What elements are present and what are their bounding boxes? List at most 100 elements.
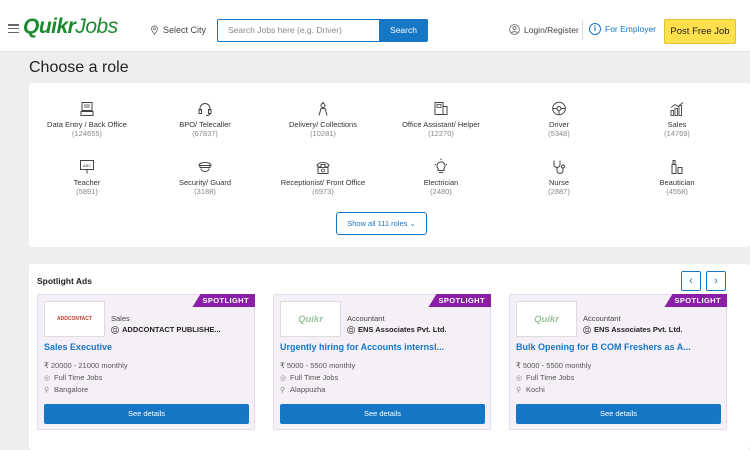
logo-text-rest: Jobs [75, 15, 118, 38]
for-employer-link[interactable]: i For Employer [589, 23, 656, 35]
login-register-link[interactable]: Login/Register [509, 24, 579, 35]
briefcase-icon: ◎ [516, 374, 523, 382]
role-item[interactable]: BPO/ Telecaller (67837) [150, 100, 260, 138]
job-title[interactable]: Bulk Opening for B COM Freshers as A... [516, 342, 691, 352]
logo-text-bold: Quikr [23, 15, 76, 38]
next-arrow-button[interactable]: › [706, 271, 726, 291]
role-name: Driver [549, 120, 569, 129]
see-details-button[interactable]: See details [280, 404, 485, 424]
role-item[interactable]: Delivery/ Collections (10281) [268, 100, 378, 138]
company-name-row: ENS Associates Pvt. Ltd. [583, 325, 683, 334]
job-category: Accountant [347, 314, 385, 323]
top-header: QuikrJobs Select City Search Jobs here (… [0, 0, 750, 52]
spotlight-ad-card[interactable]: SPOTLIGHT Quikr Accountant ENS Associates P… [509, 294, 727, 430]
job-location: Alappuzha [290, 385, 326, 394]
job-title[interactable]: Urgently hiring for Accounts internsl... [280, 342, 444, 352]
role-name: Receptionist/ Front Office [280, 178, 366, 187]
role-count: (67837) [192, 129, 218, 138]
spotlight-tag: SPOTLIGHT [664, 294, 727, 307]
header-divider [582, 20, 583, 40]
search-input[interactable]: Search Jobs here (e.g. Driver) [217, 19, 379, 42]
spotlight-ad-card[interactable]: SPOTLIGHT ADDCONTACT Sales ADDCONTACT PUBLI… [37, 294, 255, 430]
show-all-roles-button[interactable]: Show all 111 roles ⌄ [336, 212, 427, 235]
role-item[interactable]: ABC Teacher (5891) [32, 158, 142, 196]
role-name: Nurse [548, 178, 569, 187]
quikrjobs-logo[interactable]: QuikrJobs [23, 15, 118, 39]
salary: ₹ 20000 - 21000 monthly [44, 361, 128, 370]
company-logo: Quikr [280, 301, 341, 337]
role-item[interactable]: Driver (5348) [504, 100, 614, 138]
info-icon: i [589, 23, 601, 35]
role-name: Electrician [423, 178, 459, 187]
role-name: BPO/ Telecaller [179, 120, 231, 129]
headset-icon [198, 103, 212, 116]
role-name: Teacher [73, 178, 101, 187]
telephone-icon [316, 162, 330, 174]
job-type-row: ◎ Full Time Jobs [44, 373, 102, 382]
salary: ₹ 5000 - 5500 monthly [280, 361, 356, 370]
role-count: (6973) [312, 187, 334, 196]
guard-cap-icon [198, 162, 212, 172]
chevron-down-icon: ⌄ [409, 219, 416, 228]
spotlight-tag: SPOTLIGHT [192, 294, 255, 307]
role-item[interactable]: Data Entry / Back Office (124655) [32, 100, 142, 138]
search-button[interactable]: Search [379, 19, 428, 42]
building-icon [111, 325, 119, 334]
role-name: Data Entry / Back Office [47, 120, 127, 129]
company-name: ENS Associates Pvt. Ltd. [358, 325, 447, 334]
select-city[interactable]: Select City [150, 25, 206, 35]
location-row: ⚲ Bangalore [44, 385, 88, 394]
stethoscope-icon [553, 160, 565, 174]
beauty-icon [671, 160, 683, 174]
role-count: (10281) [310, 129, 336, 138]
job-type-row: ◎ Full Time Jobs [280, 373, 338, 382]
job-type-row: ◎ Full Time Jobs [516, 373, 574, 382]
login-label: Login/Register [524, 24, 579, 35]
briefcase-icon: ◎ [280, 374, 287, 382]
salary-row: ₹ 20000 - 21000 monthly [44, 361, 128, 370]
location-pin-icon: ⚲ [280, 386, 286, 394]
role-item[interactable]: Nurse (2887) [504, 158, 614, 196]
job-type: Full Time Jobs [54, 373, 103, 382]
chevron-left-icon: ‹ [689, 275, 693, 287]
building-icon [347, 325, 355, 334]
spotlight-ad-card[interactable]: SPOTLIGHT Quikr Accountant ENS Associates P… [273, 294, 491, 430]
role-count: (2887) [548, 187, 570, 196]
briefcase-icon: ◎ [44, 374, 51, 382]
see-details-button[interactable]: See details [44, 404, 249, 424]
page-title: Choose a role [29, 59, 129, 76]
role-item[interactable]: Electrician (2480) [386, 158, 496, 196]
menu-icon[interactable] [8, 24, 19, 34]
role-item[interactable]: Beautician (4558) [622, 158, 732, 196]
role-name: Office Assistant/ Helper [402, 120, 480, 129]
role-item[interactable]: Office Assistant/ Helper (12270) [386, 100, 496, 138]
see-details-button[interactable]: See details [516, 404, 721, 424]
blackboard-icon: ABC [80, 160, 94, 174]
computer-icon [80, 102, 94, 116]
location-row: ⚲ Alappuzha [280, 385, 325, 394]
salary-row: ₹ 5000 - 5500 monthly [516, 361, 591, 370]
company-logo: Quikr [516, 301, 577, 337]
prev-arrow-button[interactable]: ‹ [681, 271, 701, 291]
post-free-job-button[interactable]: Post Free Job [664, 19, 736, 44]
company-logo: ADDCONTACT [44, 301, 105, 337]
company-name-row: ADDCONTACT PUBLISHE... [111, 325, 221, 334]
location-pin-icon [151, 25, 158, 35]
job-title[interactable]: Sales Executive [44, 342, 112, 352]
role-count: (124655) [71, 129, 103, 138]
building-icon [583, 325, 591, 334]
role-name: Delivery/ Collections [289, 120, 357, 129]
role-item[interactable]: Receptionist/ Front Office (6973) [268, 158, 378, 196]
job-location: Bangalore [54, 385, 89, 394]
office-icon [434, 102, 448, 115]
role-item[interactable]: Security/ Guard (3188) [150, 158, 260, 196]
job-category: Accountant [583, 314, 621, 323]
sales-chart-icon [670, 102, 684, 116]
company-name-row: ENS Associates Pvt. Ltd. [347, 325, 447, 334]
job-type: Full Time Jobs [526, 373, 575, 382]
role-item[interactable]: Sales (14769) [622, 100, 732, 138]
role-name: Sales [667, 120, 687, 129]
role-count: (4558) [666, 187, 688, 196]
role-name: Security/ Guard [178, 178, 232, 187]
steering-wheel-icon [552, 101, 566, 116]
